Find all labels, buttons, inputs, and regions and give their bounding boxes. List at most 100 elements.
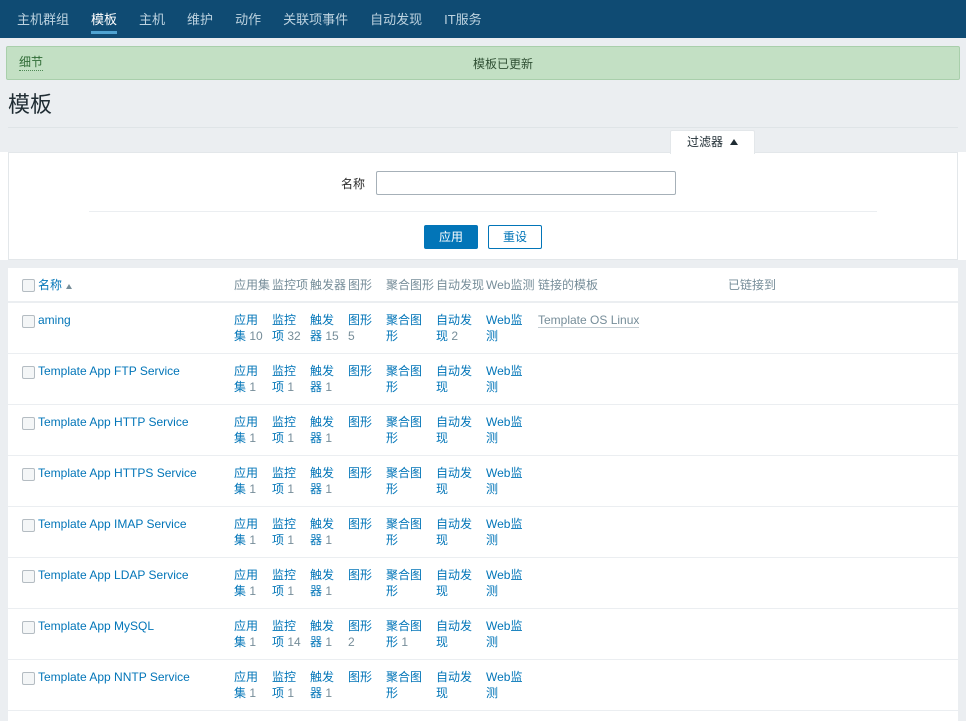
linked-to-cell [724,302,958,355]
row-checkbox[interactable] [22,467,35,481]
discovery-link[interactable]: 自动发现 [436,670,472,700]
row-checkbox[interactable] [22,518,35,532]
template-name-link[interactable]: aming [38,313,71,327]
nav-item-templates[interactable]: 模板 [80,0,128,38]
row-select-cell [8,710,34,721]
template-name-link[interactable]: Template App HTTP Service [38,415,189,429]
reset-button[interactable]: 重设 [488,225,543,250]
graphs-link[interactable]: 图形 [348,670,372,684]
row-select-cell [8,506,35,559]
screens-link[interactable]: 聚合图形 [386,415,422,445]
select-all-checkbox[interactable] [22,278,35,292]
nav-item-actions[interactable]: 动作 [224,0,272,38]
web-link[interactable]: Web监测 [486,364,522,394]
linked-to-cell [724,659,958,712]
graphs-link[interactable]: 图形 [348,466,372,480]
nav-item-it-services[interactable]: IT服务 [433,0,493,38]
screens-link[interactable]: 聚合图形 [386,364,422,394]
row-select-cell [8,557,35,610]
web-link[interactable]: Web监测 [486,466,522,496]
template-name-link[interactable]: Template App MySQL [38,619,154,633]
nav-label: 自动发现 [370,11,423,27]
screens-cell: 聚合图形 1 [382,608,432,661]
nav-item-host-groups[interactable]: 主机群组 [6,0,80,38]
row-checkbox[interactable] [22,365,35,379]
screens-link[interactable]: 聚合图形 [386,466,422,496]
discovery-link[interactable]: 自动发现 [436,619,472,649]
linked-to-cell [724,608,958,661]
screens-link[interactable]: 聚合图形 [386,517,422,547]
graphs-link[interactable]: 图形 [348,313,372,327]
row-checkbox[interactable] [22,671,35,685]
discovery-link[interactable]: 自动发现 [436,415,472,445]
discovery-link[interactable]: 自动发现 [436,517,472,547]
items-count: 1 [287,533,295,548]
linked-templates-cell [534,608,724,661]
filter-panel: 名称 应用 重设 [8,152,958,261]
nav-item-correlation-events[interactable]: 关联项事件 [272,0,359,38]
discovery-link[interactable]: 自动发现 [436,466,472,496]
nav-label: 模板 [91,11,118,27]
template-name-link[interactable]: Template App IMAP Service [38,517,187,531]
web-cell: Web监测 [482,302,534,355]
graphs-link[interactable]: 图形 [348,517,372,531]
applications-cell: 应用集 1 [230,608,268,661]
graphs-cell: 图形 [344,659,382,712]
web-link[interactable]: Web监测 [486,313,522,343]
graphs-link[interactable]: 图形 [348,415,372,429]
graphs-link[interactable]: 图形 [348,568,372,582]
graphs-link[interactable]: 图形 [348,364,372,378]
linked-templates-cell [534,557,724,610]
row-select-cell [8,608,35,661]
apply-button[interactable]: 应用 [423,225,478,250]
filter-name-input[interactable] [376,171,676,196]
web-link[interactable]: Web监测 [486,670,522,700]
filter-tab-toggle[interactable]: 过滤器 [669,130,755,155]
template-name-cell: Template App FTP Service [34,353,230,406]
nav-item-discovery[interactable]: 自动发现 [359,0,433,38]
applications-cell: 应用集 10 [230,302,268,355]
message-details-toggle[interactable]: 细节 [19,55,44,71]
linked-to-cell [724,455,958,508]
row-checkbox[interactable] [22,314,35,328]
table-row: Template App IMAP Service 应用集 1 监控项 1 触发器 1… [8,506,958,559]
row-checkbox[interactable] [22,416,35,430]
triggers-count: 1 [325,635,333,650]
filter-tab-row: 过滤器 [0,128,966,155]
discovery-link[interactable]: 自动发现 [436,364,472,394]
linked-templates-cell [534,404,724,457]
items-count: 1 [287,380,295,395]
items-count: 1 [287,482,295,497]
template-name-link[interactable]: Template App NNTP Service [38,670,190,684]
row-checkbox[interactable] [22,569,35,583]
web-link[interactable]: Web监测 [486,619,522,649]
screens-link[interactable]: 聚合图形 [386,313,422,343]
template-name-link[interactable]: Template App LDAP Service [38,568,189,582]
discovery-link[interactable]: 自动发现 [436,568,472,598]
header-name[interactable]: 名称 [34,268,230,304]
nav-item-hosts[interactable]: 主机 [128,0,176,38]
discovery-cell: 自动发现 [432,608,482,661]
web-link[interactable]: Web监测 [486,517,522,547]
graphs-link[interactable]: 图形 [348,619,372,633]
nav-label: 主机 [139,11,166,27]
applications-count: 1 [249,431,257,446]
linked-to-cell [724,557,958,610]
header-applications-label: 应用集 [234,278,271,293]
graphs-count: 5 [348,329,355,344]
message-bar-container: 细节 模板已更新 [0,38,966,80]
items-count: 32 [287,329,301,344]
row-checkbox[interactable] [22,620,35,634]
screens-link[interactable]: 聚合图形 [386,670,422,700]
template-name-link[interactable]: Template App FTP Service [38,364,180,378]
success-message-bar: 细节 模板已更新 [6,46,960,80]
web-link[interactable]: Web监测 [486,568,522,598]
nav-item-maintenance[interactable]: 维护 [176,0,224,38]
table-body: aming 应用集 10 监控项 32 触发器 15 图形 5 聚合图形 自动发现 2 Web… [8,302,958,721]
applications-count: 1 [249,533,257,548]
web-link[interactable]: Web监测 [486,415,522,445]
linked-template-link[interactable]: Template OS Linux [538,313,640,329]
template-name-link[interactable]: Template App HTTPS Service [38,466,197,480]
screens-link[interactable]: 聚合图形 [386,568,422,598]
triggers-cell: 触发器 15 [306,302,344,355]
